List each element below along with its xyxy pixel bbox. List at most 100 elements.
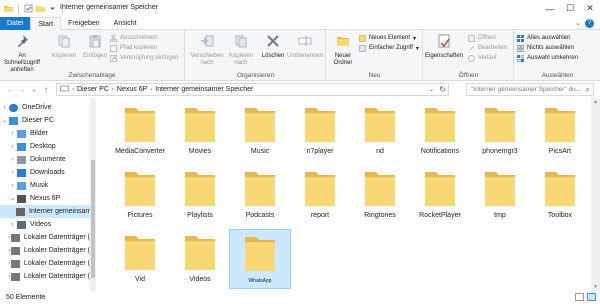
paste-shortcut-button[interactable]: Verknüpfung einfügen bbox=[110, 54, 178, 62]
music-icon bbox=[17, 181, 26, 190]
sidebar-item[interactable]: › Lokaler Datenträger ( bbox=[0, 270, 90, 283]
easy-access-icon bbox=[359, 44, 366, 52]
expand-chevron-icon[interactable]: ⌄ bbox=[0, 117, 9, 124]
sidebar-item[interactable]: ⌄ Dieser PC bbox=[0, 114, 90, 127]
new-folder-quick-icon[interactable] bbox=[36, 4, 45, 13]
collapse-ribbon-icon[interactable]: ⌄ bbox=[575, 19, 581, 27]
sidebar-item[interactable]: › Dokumente bbox=[0, 153, 90, 166]
expand-chevron-icon[interactable]: › bbox=[8, 144, 17, 150]
expand-chevron-icon[interactable]: › bbox=[8, 131, 17, 137]
edit-button[interactable]: Bearbeiten bbox=[468, 44, 507, 52]
folder-item[interactable]: Podcasts bbox=[229, 165, 291, 225]
sidebar-scrollbar[interactable] bbox=[90, 98, 95, 291]
sidebar-scroll-thumb[interactable] bbox=[91, 160, 95, 278]
scroll-up-icon[interactable]: ▲ bbox=[591, 99, 600, 105]
recent-locations-icon[interactable]: ⌄ bbox=[28, 86, 40, 93]
invert-selection-button[interactable]: Auswahl umkehren bbox=[517, 54, 578, 62]
sidebar-item[interactable]: Interner gemeinsamer Speicher bbox=[0, 205, 95, 218]
drive-icon bbox=[10, 259, 20, 268]
select-all-button[interactable]: Alles auswählen bbox=[517, 34, 570, 42]
expand-chevron-icon[interactable]: › bbox=[8, 170, 17, 176]
sidebar-item[interactable]: › Lokaler Datenträger ( bbox=[0, 231, 90, 244]
folder-item[interactable]: tmp bbox=[469, 165, 531, 225]
folder-item[interactable]: report bbox=[289, 165, 351, 225]
open-button[interactable]: Öffnen bbox=[468, 34, 496, 42]
back-button[interactable]: ← bbox=[4, 85, 16, 94]
breadcrumb-internal-storage[interactable]: Interner gemeinsamer Speicher bbox=[152, 86, 256, 93]
cut-button[interactable]: Ausschneiden bbox=[109, 34, 158, 42]
close-button[interactable]: ✕ bbox=[580, 0, 600, 17]
new-item-button[interactable]: Neues Element ▾ bbox=[359, 34, 416, 42]
tab-file[interactable]: Datei bbox=[0, 17, 31, 30]
folder-item[interactable]: PicsArt bbox=[529, 101, 591, 161]
properties-icon[interactable] bbox=[24, 4, 33, 13]
minimize-button[interactable]: — bbox=[540, 0, 560, 17]
folder-item[interactable]: Toolbox bbox=[529, 165, 591, 225]
folder-item[interactable]: WhatsApp bbox=[229, 229, 291, 289]
folder-item[interactable]: n7player bbox=[289, 101, 351, 161]
sidebar-item[interactable]: › Bilder bbox=[0, 127, 90, 140]
sidebar-item[interactable]: › Lokaler Datenträger ( bbox=[0, 257, 90, 270]
content-scrollbar[interactable]: ▲ ▼ bbox=[591, 98, 600, 291]
rename-button[interactable]: Umbenennen bbox=[286, 34, 324, 60]
tab-start[interactable]: Start bbox=[30, 17, 62, 31]
sidebar-item[interactable]: › Desktop bbox=[0, 140, 90, 153]
folder-item[interactable]: Pictures bbox=[109, 165, 171, 225]
folder-item[interactable]: Notifications bbox=[409, 101, 471, 161]
sidebar-item[interactable]: ⌄ Nexus 6P bbox=[0, 192, 90, 205]
breadcrumb-nexus[interactable]: Nexus 6P bbox=[114, 86, 150, 93]
address-bar[interactable]: › Dieser PC › Nexus 6P › Interner gemein… bbox=[56, 83, 449, 96]
sidebar-item[interactable]: › Downloads bbox=[0, 166, 90, 179]
copy-button[interactable]: Kopieren bbox=[50, 34, 78, 60]
properties-button[interactable]: Eigenschaften bbox=[424, 34, 464, 60]
address-dropdown-icon[interactable]: ⌄ bbox=[429, 86, 434, 93]
sidebar-item[interactable]: › Musik bbox=[0, 179, 90, 192]
folder-icon bbox=[349, 104, 411, 144]
up-button[interactable]: ↑ bbox=[40, 85, 52, 94]
select-none-button[interactable]: Nichts auswählen bbox=[517, 44, 574, 52]
tab-share[interactable]: Freigeben bbox=[61, 17, 107, 30]
copy-path-button[interactable]: Pfad kopieren bbox=[110, 44, 157, 52]
paste-button[interactable]: Einfügen bbox=[80, 34, 110, 60]
folder-item[interactable]: Playlists bbox=[169, 165, 231, 225]
folder-item[interactable]: Vid bbox=[109, 229, 171, 289]
tab-view[interactable]: Ansicht bbox=[107, 17, 144, 30]
expand-chevron-icon[interactable]: › bbox=[8, 222, 17, 228]
folder-item[interactable]: nd bbox=[349, 101, 411, 161]
pin-quick-access-button[interactable]: An Schnellzugriff anheften bbox=[2, 34, 42, 74]
sidebar-item[interactable]: › OneDrive bbox=[0, 101, 90, 114]
sidebar-item[interactable]: › Lokaler Datenträger ( bbox=[0, 244, 90, 257]
help-icon[interactable]: ? bbox=[585, 18, 594, 28]
search-input[interactable]: "Interner gemeinsamer Speicher" du... ⌕ bbox=[466, 83, 594, 96]
folder-item[interactable]: phonemgr3 bbox=[469, 101, 531, 161]
documents-icon bbox=[17, 155, 26, 164]
folder-item[interactable]: MediaConverter bbox=[109, 101, 171, 161]
expand-chevron-icon[interactable]: › bbox=[8, 157, 17, 163]
customize-quick-access-icon[interactable] bbox=[48, 4, 57, 13]
folder-item[interactable]: Ringtones bbox=[349, 165, 411, 225]
details-view-button[interactable] bbox=[575, 293, 584, 301]
scroll-down-icon[interactable]: ▼ bbox=[591, 284, 600, 290]
delete-button[interactable]: Löschen bbox=[260, 34, 286, 60]
copy-to-button[interactable]: Kopieren nach bbox=[226, 34, 256, 67]
expand-chevron-icon[interactable]: › bbox=[8, 183, 17, 189]
expand-chevron-icon[interactable]: › bbox=[0, 105, 9, 111]
folder-item[interactable]: Music bbox=[229, 101, 291, 161]
forward-button[interactable]: → bbox=[16, 85, 28, 94]
folder-icon bbox=[109, 104, 171, 144]
move-to-button[interactable]: Verschieben nach bbox=[190, 34, 224, 67]
folder-icon bbox=[109, 232, 171, 272]
maximize-button[interactable]: ☐ bbox=[560, 0, 580, 17]
new-folder-button[interactable]: Neuer Ordner bbox=[329, 34, 357, 67]
folder-item[interactable]: Movies bbox=[169, 101, 231, 161]
folder-item[interactable]: Videos bbox=[169, 229, 231, 289]
easy-access-button[interactable]: Einfacher Zugriff ▾ bbox=[359, 44, 419, 52]
folder-label: Podcasts bbox=[245, 212, 275, 219]
sidebar-item[interactable]: › Videos bbox=[0, 218, 90, 231]
expand-chevron-icon[interactable]: ⌄ bbox=[8, 195, 17, 202]
refresh-icon[interactable]: ↻ bbox=[439, 85, 446, 94]
breadcrumb-this-pc[interactable]: Dieser PC bbox=[74, 86, 112, 93]
large-icons-view-button[interactable] bbox=[587, 293, 596, 301]
history-button[interactable]: Verlauf bbox=[468, 54, 497, 62]
folder-item[interactable]: RocketPlayer bbox=[409, 165, 471, 225]
